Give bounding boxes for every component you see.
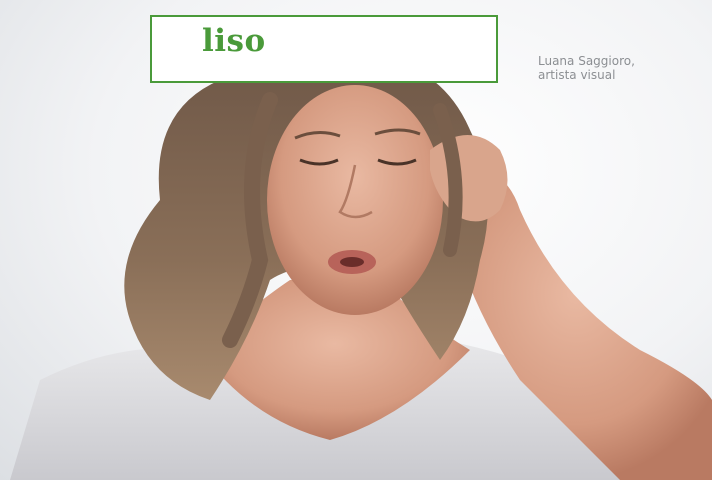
word-label-box: liso — [150, 15, 498, 83]
person-caption: Luana Saggioro, artista visual — [538, 54, 635, 82]
mouth-shape — [340, 257, 364, 267]
word-label: liso — [202, 23, 266, 59]
video-frame: liso Luana Saggioro, artista visual — [0, 0, 712, 480]
face-shape — [267, 85, 443, 315]
caption-name: Luana Saggioro, — [538, 54, 635, 68]
caption-role: artista visual — [538, 68, 616, 82]
